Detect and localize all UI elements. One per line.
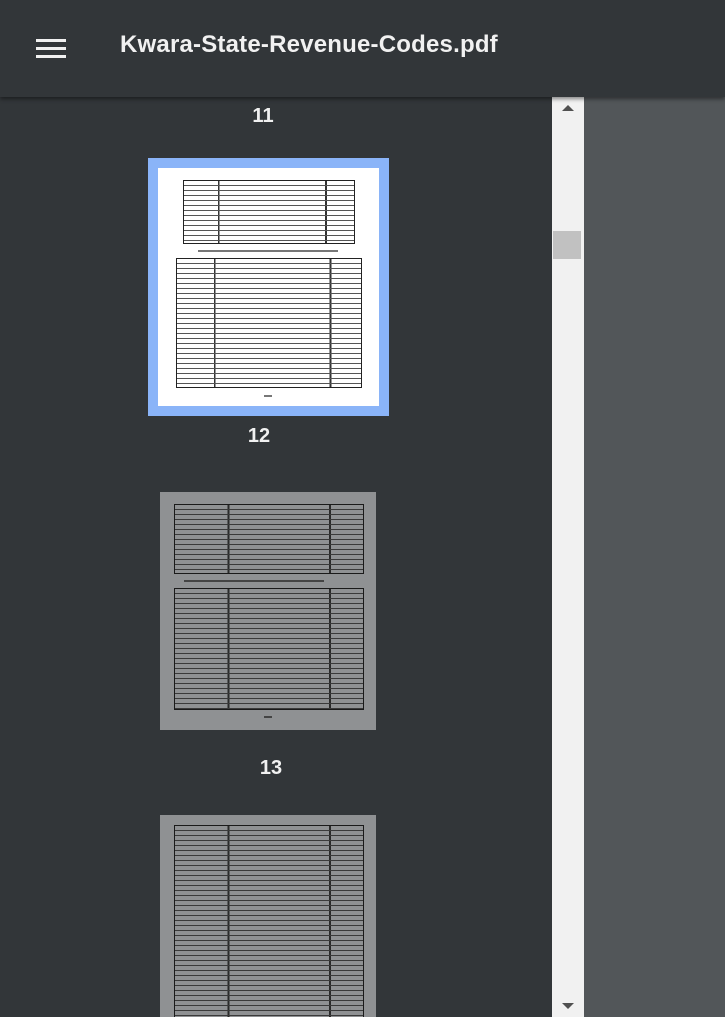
scrollbar-thumb[interactable]: [553, 231, 581, 259]
table-preview: [174, 825, 364, 1017]
text-preview: [184, 580, 324, 582]
page-sheet: [160, 815, 376, 1017]
page-thumbnail-13[interactable]: [160, 492, 376, 730]
page-footer-preview: [264, 395, 272, 397]
hamburger-menu-icon[interactable]: [30, 32, 70, 64]
table-preview: [174, 504, 364, 574]
sidebar-scrollbar[interactable]: [552, 97, 584, 1017]
thumbnail-sidebar[interactable]: 11 12 13: [0, 97, 552, 1017]
menu-bar-line: [36, 47, 66, 50]
text-preview: [198, 250, 338, 252]
menu-bar-line: [36, 55, 66, 58]
page-thumbnail-14[interactable]: [160, 815, 376, 1017]
page-number-label: 11: [252, 105, 274, 127]
document-viewer-area[interactable]: [584, 97, 725, 1017]
menu-bar-line: [36, 39, 66, 42]
page-number-label: 13: [259, 757, 283, 779]
table-preview: [174, 588, 364, 710]
scroll-up-arrow-icon[interactable]: [552, 97, 584, 121]
page-thumbnail-12[interactable]: [148, 158, 389, 416]
page-sheet: [160, 492, 376, 730]
page-sheet: [158, 168, 379, 406]
document-title: Kwara-State-Revenue-Codes.pdf: [120, 31, 498, 58]
pdf-toolbar: Kwara-State-Revenue-Codes.pdf: [0, 0, 725, 97]
table-preview: [176, 258, 362, 388]
page-number-label: 12: [247, 425, 271, 447]
table-preview: [183, 180, 355, 244]
page-footer-preview: [264, 716, 272, 718]
scroll-down-arrow-icon[interactable]: [552, 993, 584, 1017]
